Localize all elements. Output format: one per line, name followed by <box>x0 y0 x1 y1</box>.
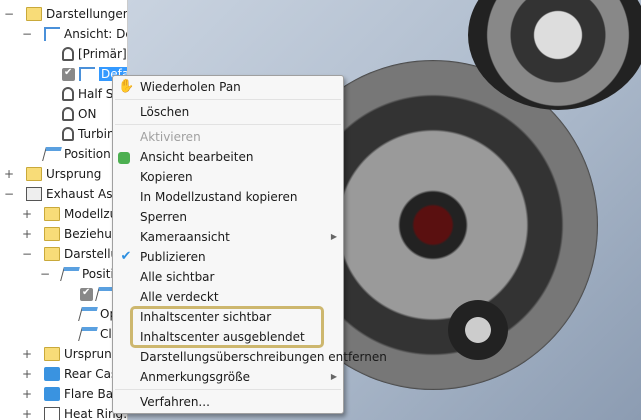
collapse-icon[interactable]: − <box>22 244 32 264</box>
menu-item-label: Inhaltscenter ausgeblendet <box>140 330 305 344</box>
menu-item[interactable]: Ansicht bearbeiten <box>113 147 343 167</box>
menu-item-label: Verfahren... <box>140 395 210 409</box>
expand-icon[interactable]: + <box>22 384 32 404</box>
menu-item-label: Alle sichtbar <box>140 270 215 284</box>
edit-view-icon <box>118 152 130 164</box>
model-browser-tree[interactable]: −Darstellungen−Ansicht: Default[Primär]D… <box>0 0 128 420</box>
pos-icon <box>78 327 98 341</box>
context-menu: ✋ Wiederholen Pan Löschen Aktivieren Ansicht… <box>112 75 387 414</box>
menu-item-label: In Modellzustand kopieren <box>140 190 298 204</box>
lock-icon <box>62 47 74 61</box>
menu-item[interactable]: Darstellungsüberschreibungen entfernen <box>113 347 387 367</box>
tree-item-label: Exhaust Ass <box>46 187 119 201</box>
pos-icon <box>78 307 98 321</box>
menu-item[interactable]: Kopieren <box>113 167 343 187</box>
part-icon <box>44 367 60 381</box>
menu-item[interactable]: Sperren <box>113 207 343 227</box>
menu-item: Aktivieren <box>113 127 343 147</box>
tree-item-label: Ansicht: Default <box>64 27 127 41</box>
menu-item[interactable]: Kameraansicht ▶ <box>113 227 343 247</box>
asm-icon <box>26 187 42 201</box>
collapse-icon[interactable]: − <box>4 4 14 24</box>
menu-item-label: Sperren <box>140 210 187 224</box>
tree-item[interactable]: Ursprung <box>44 344 119 364</box>
hand-icon: ✋ <box>118 79 135 94</box>
view-icon <box>44 27 60 41</box>
tree-item[interactable]: Darstellungen <box>26 4 128 24</box>
folder-icon <box>26 167 42 181</box>
folder-icon <box>44 347 60 361</box>
collapse-icon[interactable]: − <box>22 24 32 44</box>
checkmark-icon: ✔ <box>120 249 132 264</box>
menu-item[interactable]: Anmerkungsgröße ▶ <box>113 367 343 387</box>
expand-icon[interactable]: + <box>22 204 32 224</box>
lock-icon <box>62 87 74 101</box>
menu-item-label: Ansicht bearbeiten <box>140 150 254 164</box>
submenu-arrow-icon: ▶ <box>330 372 337 381</box>
tree-item[interactable]: Exhaust Ass <box>26 184 119 204</box>
menu-item[interactable]: ✔ Publizieren <box>113 247 343 267</box>
menu-item[interactable]: Alle verdeckt <box>113 287 343 307</box>
menu-item-label: Inhaltscenter sichtbar <box>140 310 272 324</box>
checkbox-icon[interactable] <box>62 67 75 81</box>
menu-separator <box>115 389 341 390</box>
expand-icon[interactable]: + <box>22 404 32 420</box>
pos-icon <box>42 147 62 161</box>
folder-icon <box>44 207 60 221</box>
engine-bolt <box>448 300 508 360</box>
wire-icon <box>44 407 60 420</box>
lock-icon <box>62 107 74 121</box>
menu-item[interactable]: In Modellzustand kopieren <box>113 187 343 207</box>
menu-item[interactable]: Verfahren... <box>113 392 343 412</box>
tree-item-label: ON <box>78 107 97 121</box>
menu-separator <box>115 99 341 100</box>
checkbox-icon[interactable] <box>80 287 93 301</box>
menu-item[interactable]: Alle sichtbar <box>113 267 343 287</box>
menu-item-label: Löschen <box>140 105 190 119</box>
menu-item-label: Kameraansicht <box>140 230 230 244</box>
pos-icon <box>60 267 80 281</box>
tree-item-label: Position <box>64 147 111 161</box>
tree-item[interactable]: Ansicht: Default <box>44 24 127 44</box>
tree-item[interactable]: [Primär] <box>62 44 127 64</box>
menu-item[interactable]: Inhaltscenter ausgeblendet <box>113 327 343 347</box>
expand-icon[interactable]: + <box>22 344 32 364</box>
tree-item[interactable]: Ursprung <box>26 164 101 184</box>
lock-icon <box>62 127 74 141</box>
collapse-icon[interactable]: − <box>40 264 50 284</box>
menu-item[interactable]: Inhaltscenter sichtbar <box>113 307 343 327</box>
menu-item[interactable]: ✋ Wiederholen Pan <box>113 77 343 97</box>
expand-icon[interactable]: + <box>22 364 32 384</box>
menu-item-label: Darstellungsüberschreibungen entfernen <box>140 350 387 364</box>
tree-item[interactable]: ON <box>62 104 96 124</box>
tree-item-label: [Primär] <box>78 47 127 61</box>
expand-icon[interactable]: + <box>4 164 14 184</box>
folder-icon <box>44 227 60 241</box>
tree-item-label: Ursprung <box>46 167 102 181</box>
folder-icon <box>26 7 42 21</box>
part-icon <box>44 387 60 401</box>
menu-item-label: Alle verdeckt <box>140 290 219 304</box>
menu-item-label: Wiederholen Pan <box>140 80 241 94</box>
menu-item-label: Kopieren <box>140 170 193 184</box>
collapse-icon[interactable]: − <box>4 184 14 204</box>
menu-item-label: Anmerkungsgröße <box>140 370 251 384</box>
menu-item[interactable]: Löschen <box>113 102 343 122</box>
tree-item-label: Darstellungen <box>46 7 128 21</box>
tree-item[interactable]: Position <box>42 144 111 164</box>
menu-separator <box>115 124 341 125</box>
folder-icon <box>44 247 60 261</box>
menu-item-label: Publizieren <box>140 250 206 264</box>
expand-icon[interactable]: + <box>22 224 32 244</box>
submenu-arrow-icon: ▶ <box>330 232 337 241</box>
menu-item-label: Aktivieren <box>140 130 201 144</box>
view-icon <box>79 67 95 81</box>
